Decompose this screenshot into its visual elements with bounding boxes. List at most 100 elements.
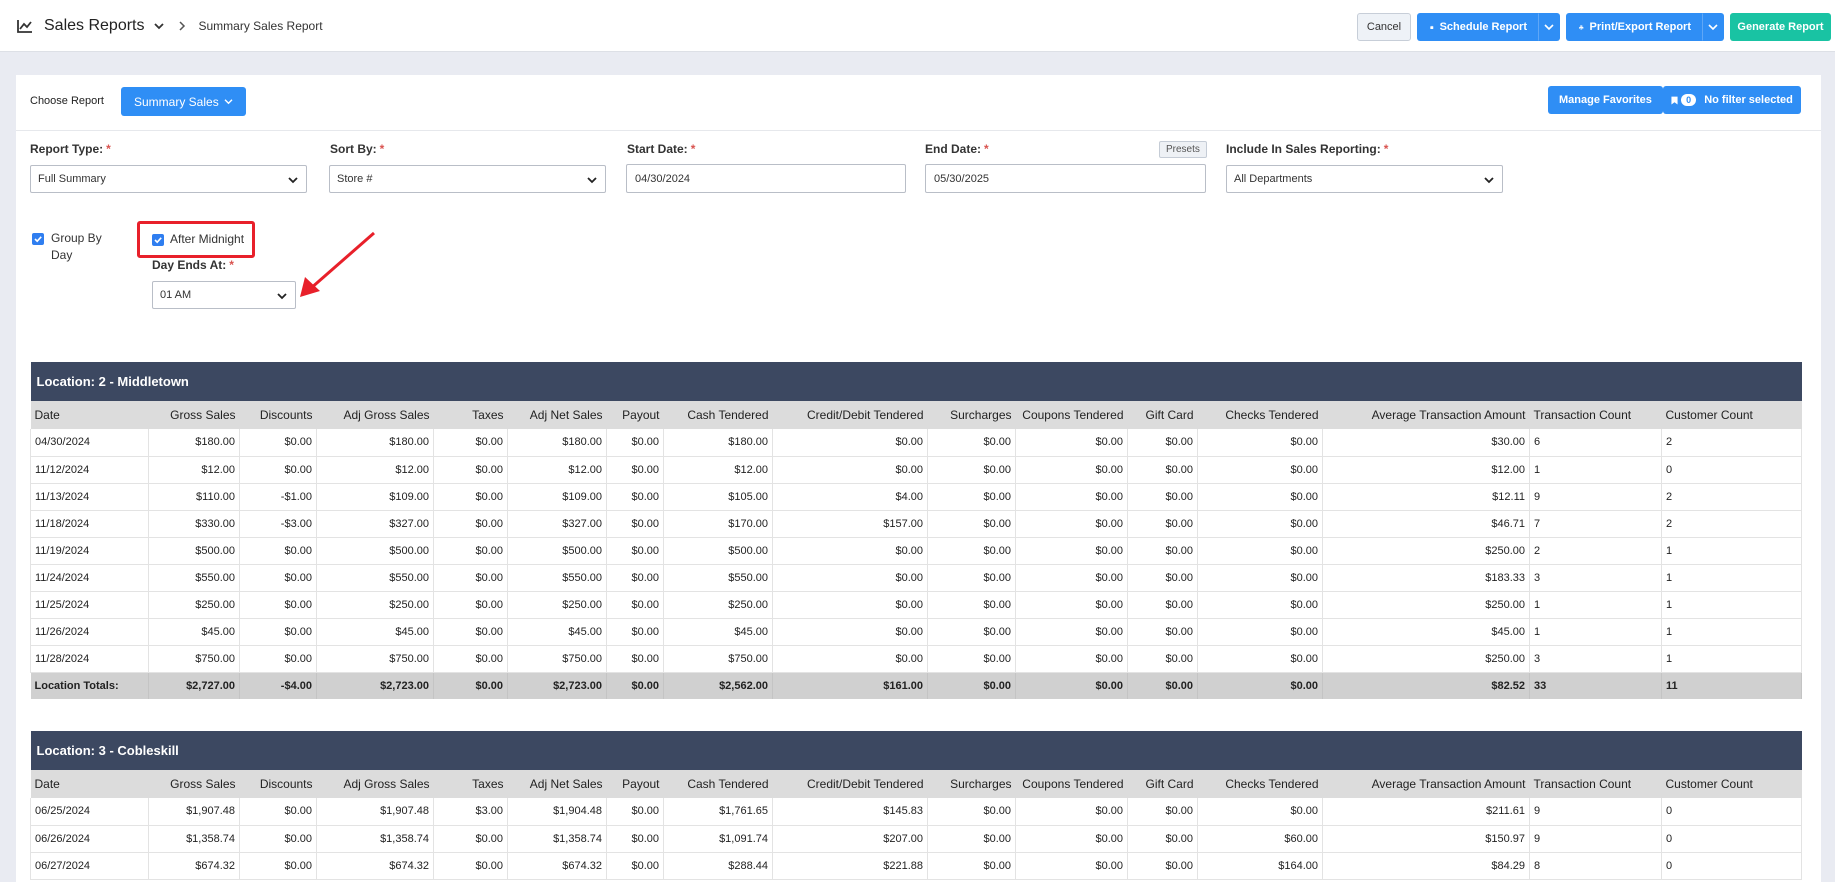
column-header[interactable]: Adj Gross Sales xyxy=(316,770,434,798)
table-cell: $0.00 xyxy=(1127,798,1198,826)
column-header[interactable]: Credit/Debit Tendered xyxy=(772,401,928,429)
choose-report-dropdown[interactable]: Summary Sales xyxy=(121,87,246,116)
table-cell: $250.00 xyxy=(1322,591,1530,619)
table-cell: $550.00 xyxy=(316,564,434,592)
line-chart-icon xyxy=(17,19,32,33)
column-header[interactable]: Average Transaction Amount xyxy=(1322,401,1530,429)
print-export-button[interactable]: Print/Export Report xyxy=(1566,13,1702,41)
column-header[interactable]: Cash Tendered xyxy=(663,770,773,798)
chevron-down-icon xyxy=(288,177,298,184)
table-cell: $0.00 xyxy=(1197,429,1323,457)
table-cell: $0.00 xyxy=(1197,456,1323,484)
column-header[interactable]: Payout xyxy=(606,401,664,429)
column-header[interactable]: Gross Sales xyxy=(148,401,240,429)
table-cell: $45.00 xyxy=(663,618,773,646)
report-type-select[interactable]: Full Summary xyxy=(30,165,307,193)
table-cell: 2 xyxy=(1661,483,1803,511)
table-cell: 9 xyxy=(1529,483,1662,511)
column-header[interactable]: Cash Tendered xyxy=(663,401,773,429)
column-header[interactable]: Surcharges xyxy=(927,401,1016,429)
table-cell: $60.00 xyxy=(1197,825,1323,853)
filter-button[interactable]: 0 No filter selected xyxy=(1663,86,1801,114)
table-cell: $250.00 xyxy=(1322,537,1530,565)
table-cell: $0.00 xyxy=(606,564,664,592)
table-cell: $109.00 xyxy=(507,483,607,511)
table-cell: -$1.00 xyxy=(239,483,317,511)
table-cell: $327.00 xyxy=(316,510,434,538)
print-export-label: Print/Export Report xyxy=(1589,21,1691,33)
column-header[interactable]: Gift Card xyxy=(1127,770,1198,798)
table-cell: 3 xyxy=(1529,645,1662,673)
column-header[interactable]: Date xyxy=(30,770,149,798)
after-midnight-checkbox[interactable] xyxy=(152,234,164,246)
column-header[interactable]: Discounts xyxy=(239,401,317,429)
table-cell: 1 xyxy=(1529,456,1662,484)
totals-cell: 33 xyxy=(1529,672,1662,699)
app-menu[interactable]: Sales Reports xyxy=(17,17,165,35)
manage-favorites-button[interactable]: Manage Favorites xyxy=(1548,86,1663,114)
location-header: Location: 2 - Middletown xyxy=(30,362,1802,401)
day-ends-select[interactable]: 01 AM xyxy=(152,281,296,309)
column-header[interactable]: Coupons Tendered xyxy=(1015,401,1128,429)
column-header[interactable]: Coupons Tendered xyxy=(1015,770,1128,798)
column-header[interactable]: Taxes xyxy=(433,401,508,429)
table-cell: $84.29 xyxy=(1322,852,1530,880)
table-cell: $180.00 xyxy=(663,429,773,457)
column-header[interactable]: Surcharges xyxy=(927,770,1016,798)
column-header[interactable]: Average Transaction Amount xyxy=(1322,770,1530,798)
table-cell: $0.00 xyxy=(772,456,928,484)
schedule-report-button[interactable]: Schedule Report xyxy=(1417,13,1538,41)
table-cell: 06/27/2024 xyxy=(30,852,149,880)
column-header[interactable]: Checks Tendered xyxy=(1197,401,1323,429)
sort-by-select[interactable]: Store # xyxy=(329,165,606,193)
location-header: Location: 3 - Cobleskill xyxy=(30,731,1802,770)
table-cell: $0.00 xyxy=(1015,429,1128,457)
column-header[interactable]: Discounts xyxy=(239,770,317,798)
column-header[interactable]: Customer Count xyxy=(1661,770,1802,798)
table-cell: $0.00 xyxy=(606,591,664,619)
table-cell: $250.00 xyxy=(148,591,240,619)
group-by-day-checkbox[interactable] xyxy=(32,233,44,245)
column-header-row: Date Gross Sales Discounts Adj Gross Sal… xyxy=(30,401,1802,429)
table-cell: $0.00 xyxy=(1127,618,1198,646)
start-date-input[interactable]: 04/30/2024 xyxy=(626,164,906,193)
table-row: 11/13/2024 $110.00 -$1.00 $109.00 $0.00 $109.… xyxy=(30,483,1803,511)
table-cell: 11/12/2024 xyxy=(30,456,149,484)
table-cell: $750.00 xyxy=(148,645,240,673)
column-header[interactable]: Transaction Count xyxy=(1529,401,1662,429)
table-cell: $0.00 xyxy=(1197,483,1323,511)
table-cell: $0.00 xyxy=(239,537,317,565)
column-header[interactable]: Gift Card xyxy=(1127,401,1198,429)
totals-cell: $0.00 xyxy=(1127,672,1198,699)
generate-report-button[interactable]: Generate Report xyxy=(1730,13,1831,41)
column-header[interactable]: Adj Net Sales xyxy=(507,401,607,429)
column-header[interactable]: Payout xyxy=(606,770,664,798)
table-cell: 2 xyxy=(1529,537,1662,565)
column-header[interactable]: Transaction Count xyxy=(1529,770,1662,798)
chevron-down-icon[interactable] xyxy=(153,20,165,32)
table-cell: $0.00 xyxy=(772,618,928,646)
table-cell: $157.00 xyxy=(772,510,928,538)
column-header[interactable]: Customer Count xyxy=(1661,401,1802,429)
column-header[interactable]: Date xyxy=(30,401,149,429)
table-cell: $0.00 xyxy=(239,564,317,592)
table-cell: $0.00 xyxy=(433,852,508,880)
schedule-dropdown-toggle[interactable] xyxy=(1538,13,1560,41)
column-header[interactable]: Taxes xyxy=(433,770,508,798)
presets-button[interactable]: Presets xyxy=(1159,141,1207,158)
table-cell: $180.00 xyxy=(316,429,434,457)
print-dropdown-toggle[interactable] xyxy=(1702,13,1724,41)
table-cell: $0.00 xyxy=(433,429,508,457)
column-header[interactable]: Checks Tendered xyxy=(1197,770,1323,798)
totals-cell: $2,562.00 xyxy=(663,672,773,699)
table-cell: $0.00 xyxy=(927,456,1016,484)
column-header[interactable]: Credit/Debit Tendered xyxy=(772,770,928,798)
column-header[interactable]: Gross Sales xyxy=(148,770,240,798)
end-date-input[interactable]: 05/30/2025 xyxy=(925,164,1206,193)
table-cell: $0.00 xyxy=(772,564,928,592)
column-header[interactable]: Adj Net Sales xyxy=(507,770,607,798)
include-sales-select[interactable]: All Departments xyxy=(1226,165,1503,193)
cancel-button[interactable]: Cancel xyxy=(1357,13,1411,41)
column-header[interactable]: Adj Gross Sales xyxy=(316,401,434,429)
end-date-label: End Date: * xyxy=(925,142,989,156)
